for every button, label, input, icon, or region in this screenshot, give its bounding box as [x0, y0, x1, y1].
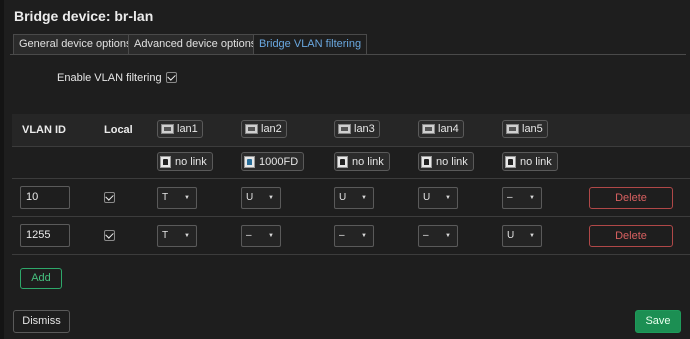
tab-bridge-vlan-filtering[interactable]: Bridge VLAN filtering: [253, 34, 368, 54]
port-lan1-status: no link: [157, 152, 213, 171]
table-divider: [12, 178, 690, 179]
ethernet-port-icon: [506, 124, 519, 134]
port-lan2-select[interactable]: U ▼: [241, 187, 281, 209]
enable-vlan-filtering-label: Enable VLAN filtering: [57, 72, 162, 84]
port-lan5-status: no link: [502, 152, 558, 171]
local-checkbox[interactable]: [104, 192, 115, 203]
ethernet-port-icon: [161, 124, 174, 134]
link-status-icon: [421, 155, 432, 168]
link-status-icon: [160, 155, 171, 168]
local-checkbox[interactable]: [104, 230, 115, 241]
caret-down-icon: ▼: [268, 195, 274, 201]
port-lan4-status: no link: [418, 152, 474, 171]
ethernet-port-icon: [338, 124, 351, 134]
port-lan4-select[interactable]: – ▼: [418, 225, 458, 247]
dialog-title: Bridge device: br-lan: [14, 8, 154, 24]
ethernet-port-icon: [245, 124, 258, 134]
port-lan4-select[interactable]: U ▼: [418, 187, 458, 209]
enable-vlan-filtering-checkbox[interactable]: [166, 72, 177, 83]
port-lan5-select[interactable]: – ▼: [502, 187, 542, 209]
caret-down-icon: ▼: [445, 195, 451, 201]
tab-divider: [10, 54, 686, 55]
caret-down-icon: ▼: [361, 195, 367, 201]
caret-down-icon: ▼: [529, 233, 535, 239]
port-lan3-header: lan3: [334, 120, 380, 138]
link-status-icon: [337, 155, 348, 168]
port-lan1-select[interactable]: T ▼: [157, 225, 197, 247]
port-lan2-select[interactable]: – ▼: [241, 225, 281, 247]
tab-general-device-options[interactable]: General device options: [13, 34, 138, 54]
port-lan3-select[interactable]: U ▼: [334, 187, 374, 209]
caret-down-icon: ▼: [184, 233, 190, 239]
caret-down-icon: ▼: [361, 233, 367, 239]
port-lan1-header: lan1: [157, 120, 203, 138]
link-up-icon: [244, 155, 255, 168]
vlan-id-header: VLAN ID: [22, 124, 66, 136]
delete-button[interactable]: Delete: [589, 187, 673, 209]
table-divider: [12, 216, 690, 217]
port-lan3-select[interactable]: – ▼: [334, 225, 374, 247]
port-lan1-select[interactable]: T ▼: [157, 187, 197, 209]
caret-down-icon: ▼: [445, 233, 451, 239]
add-button[interactable]: Add: [20, 268, 62, 289]
link-status-icon: [505, 155, 516, 168]
port-lan5-select[interactable]: U ▼: [502, 225, 542, 247]
local-header: Local: [104, 124, 133, 136]
port-lan2-status: 1000FD: [241, 152, 305, 171]
caret-down-icon: ▼: [529, 195, 535, 201]
delete-button[interactable]: Delete: [589, 225, 673, 247]
caret-down-icon: ▼: [184, 195, 190, 201]
vlan-id-input[interactable]: 10: [20, 186, 70, 209]
tab-advanced-device-options[interactable]: Advanced device options: [128, 34, 263, 54]
port-lan4-header: lan4: [418, 120, 464, 138]
ethernet-port-icon: [422, 124, 435, 134]
dismiss-button[interactable]: Dismiss: [13, 310, 70, 333]
table-divider: [12, 146, 690, 147]
background-edge: [0, 0, 4, 339]
caret-down-icon: ▼: [268, 233, 274, 239]
save-button[interactable]: Save: [635, 310, 681, 333]
port-lan2-header: lan2: [241, 120, 287, 138]
vlan-id-input[interactable]: 1255: [20, 224, 70, 247]
table-divider: [12, 254, 690, 255]
port-lan5-header: lan5: [502, 120, 548, 138]
port-lan3-status: no link: [334, 152, 390, 171]
